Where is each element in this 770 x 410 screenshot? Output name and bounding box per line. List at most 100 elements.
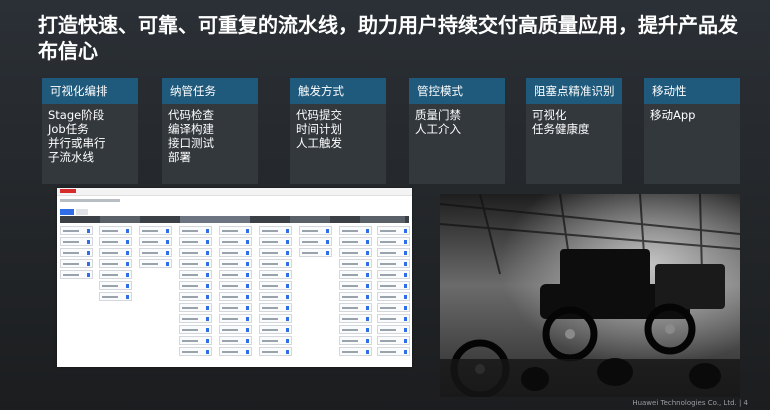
card-header: 阻塞点精准识别	[526, 78, 622, 104]
card-body: 代码提交 时间计划 人工触发	[290, 104, 386, 154]
job-box	[259, 237, 292, 246]
pipeline-column	[139, 226, 172, 361]
job-box	[377, 347, 410, 356]
card-line: 质量门禁	[415, 108, 461, 122]
pipeline-column	[219, 226, 252, 361]
assembly-line-photo	[440, 194, 740, 397]
job-box	[219, 248, 252, 257]
job-box	[179, 226, 212, 235]
job-box	[259, 314, 292, 323]
job-box	[219, 281, 252, 290]
job-box	[139, 259, 172, 268]
job-box	[219, 347, 252, 356]
card-header: 触发方式	[290, 78, 386, 104]
job-box	[377, 292, 410, 301]
pipeline-column	[259, 226, 292, 361]
job-box	[99, 248, 132, 257]
job-box	[259, 347, 292, 356]
card-line: 子流水线	[48, 150, 94, 164]
stage-segment	[100, 216, 140, 223]
feature-card-blockage-detection: 阻塞点精准识别 可视化 任务健康度	[526, 78, 622, 184]
job-box	[339, 226, 372, 235]
job-box	[219, 336, 252, 345]
card-line: 并行或串行	[48, 136, 106, 150]
card-line: 接口测试	[168, 136, 214, 150]
slide-title: 打造快速、可靠、可重复的流水线，助力用户持续交付高质量应用，提升产品发布信心	[38, 13, 738, 63]
job-box	[339, 259, 372, 268]
card-line: 编译构建	[168, 122, 214, 136]
job-box	[377, 259, 410, 268]
job-box	[377, 303, 410, 312]
job-box	[99, 226, 132, 235]
job-box	[219, 270, 252, 279]
card-body: 质量门禁 人工介入	[409, 104, 505, 140]
card-line: 移动App	[650, 108, 696, 122]
job-box	[139, 226, 172, 235]
job-box	[139, 248, 172, 257]
pipeline-column	[377, 226, 410, 361]
job-box	[339, 303, 372, 312]
card-line: 人工介入	[415, 122, 461, 136]
job-box	[99, 237, 132, 246]
card-line: 时间计划	[296, 122, 342, 136]
job-box	[60, 237, 93, 246]
app-topbar	[57, 188, 412, 196]
job-box	[299, 237, 332, 246]
pipeline-column	[339, 226, 372, 361]
stage-segment	[360, 216, 405, 223]
job-box	[179, 336, 212, 345]
assembly-line-image	[440, 194, 740, 397]
card-line: 代码提交	[296, 108, 342, 122]
job-box	[179, 314, 212, 323]
breadcrumb	[60, 199, 120, 202]
pipeline-column	[179, 226, 212, 361]
job-box	[99, 292, 132, 301]
pipeline-column	[299, 226, 332, 361]
card-body: Stage阶段 Job任务 并行或串行 子流水线	[42, 104, 138, 168]
pipeline-editor-screenshot	[57, 188, 412, 367]
job-box	[179, 325, 212, 334]
job-box	[219, 292, 252, 301]
job-box	[339, 314, 372, 323]
job-box	[179, 303, 212, 312]
job-box	[259, 281, 292, 290]
feature-card-control-modes: 管控模式 质量门禁 人工介入	[409, 78, 505, 184]
job-box	[339, 325, 372, 334]
job-box	[99, 259, 132, 268]
pipeline-column	[60, 226, 93, 361]
card-line: 任务健康度	[532, 122, 590, 136]
footer-text: Huawei Technologies Co., Ltd. | 4	[632, 399, 748, 407]
job-box	[60, 248, 93, 257]
job-box	[99, 270, 132, 279]
job-box	[179, 237, 212, 246]
job-box	[219, 325, 252, 334]
job-box	[179, 347, 212, 356]
job-box	[339, 292, 372, 301]
job-box	[60, 270, 93, 279]
job-box	[377, 270, 410, 279]
card-line: 人工触发	[296, 136, 342, 150]
job-box	[259, 303, 292, 312]
card-header: 移动性	[644, 78, 740, 104]
job-box	[219, 237, 252, 246]
primary-button	[60, 209, 74, 215]
job-box	[259, 248, 292, 257]
card-header: 可视化编排	[42, 78, 138, 104]
job-box	[259, 292, 292, 301]
card-line: Stage阶段	[48, 108, 105, 122]
feature-card-mobility: 移动性 移动App	[644, 78, 740, 184]
card-header: 纳管任务	[162, 78, 258, 104]
job-box	[377, 226, 410, 235]
job-box	[339, 270, 372, 279]
job-box	[259, 325, 292, 334]
job-box	[339, 248, 372, 257]
job-box	[299, 248, 332, 257]
job-box	[179, 248, 212, 257]
job-box	[377, 281, 410, 290]
job-box	[219, 303, 252, 312]
job-box	[219, 314, 252, 323]
job-box	[259, 226, 292, 235]
job-box	[219, 259, 252, 268]
card-line: 部署	[168, 150, 191, 164]
job-box	[339, 281, 372, 290]
